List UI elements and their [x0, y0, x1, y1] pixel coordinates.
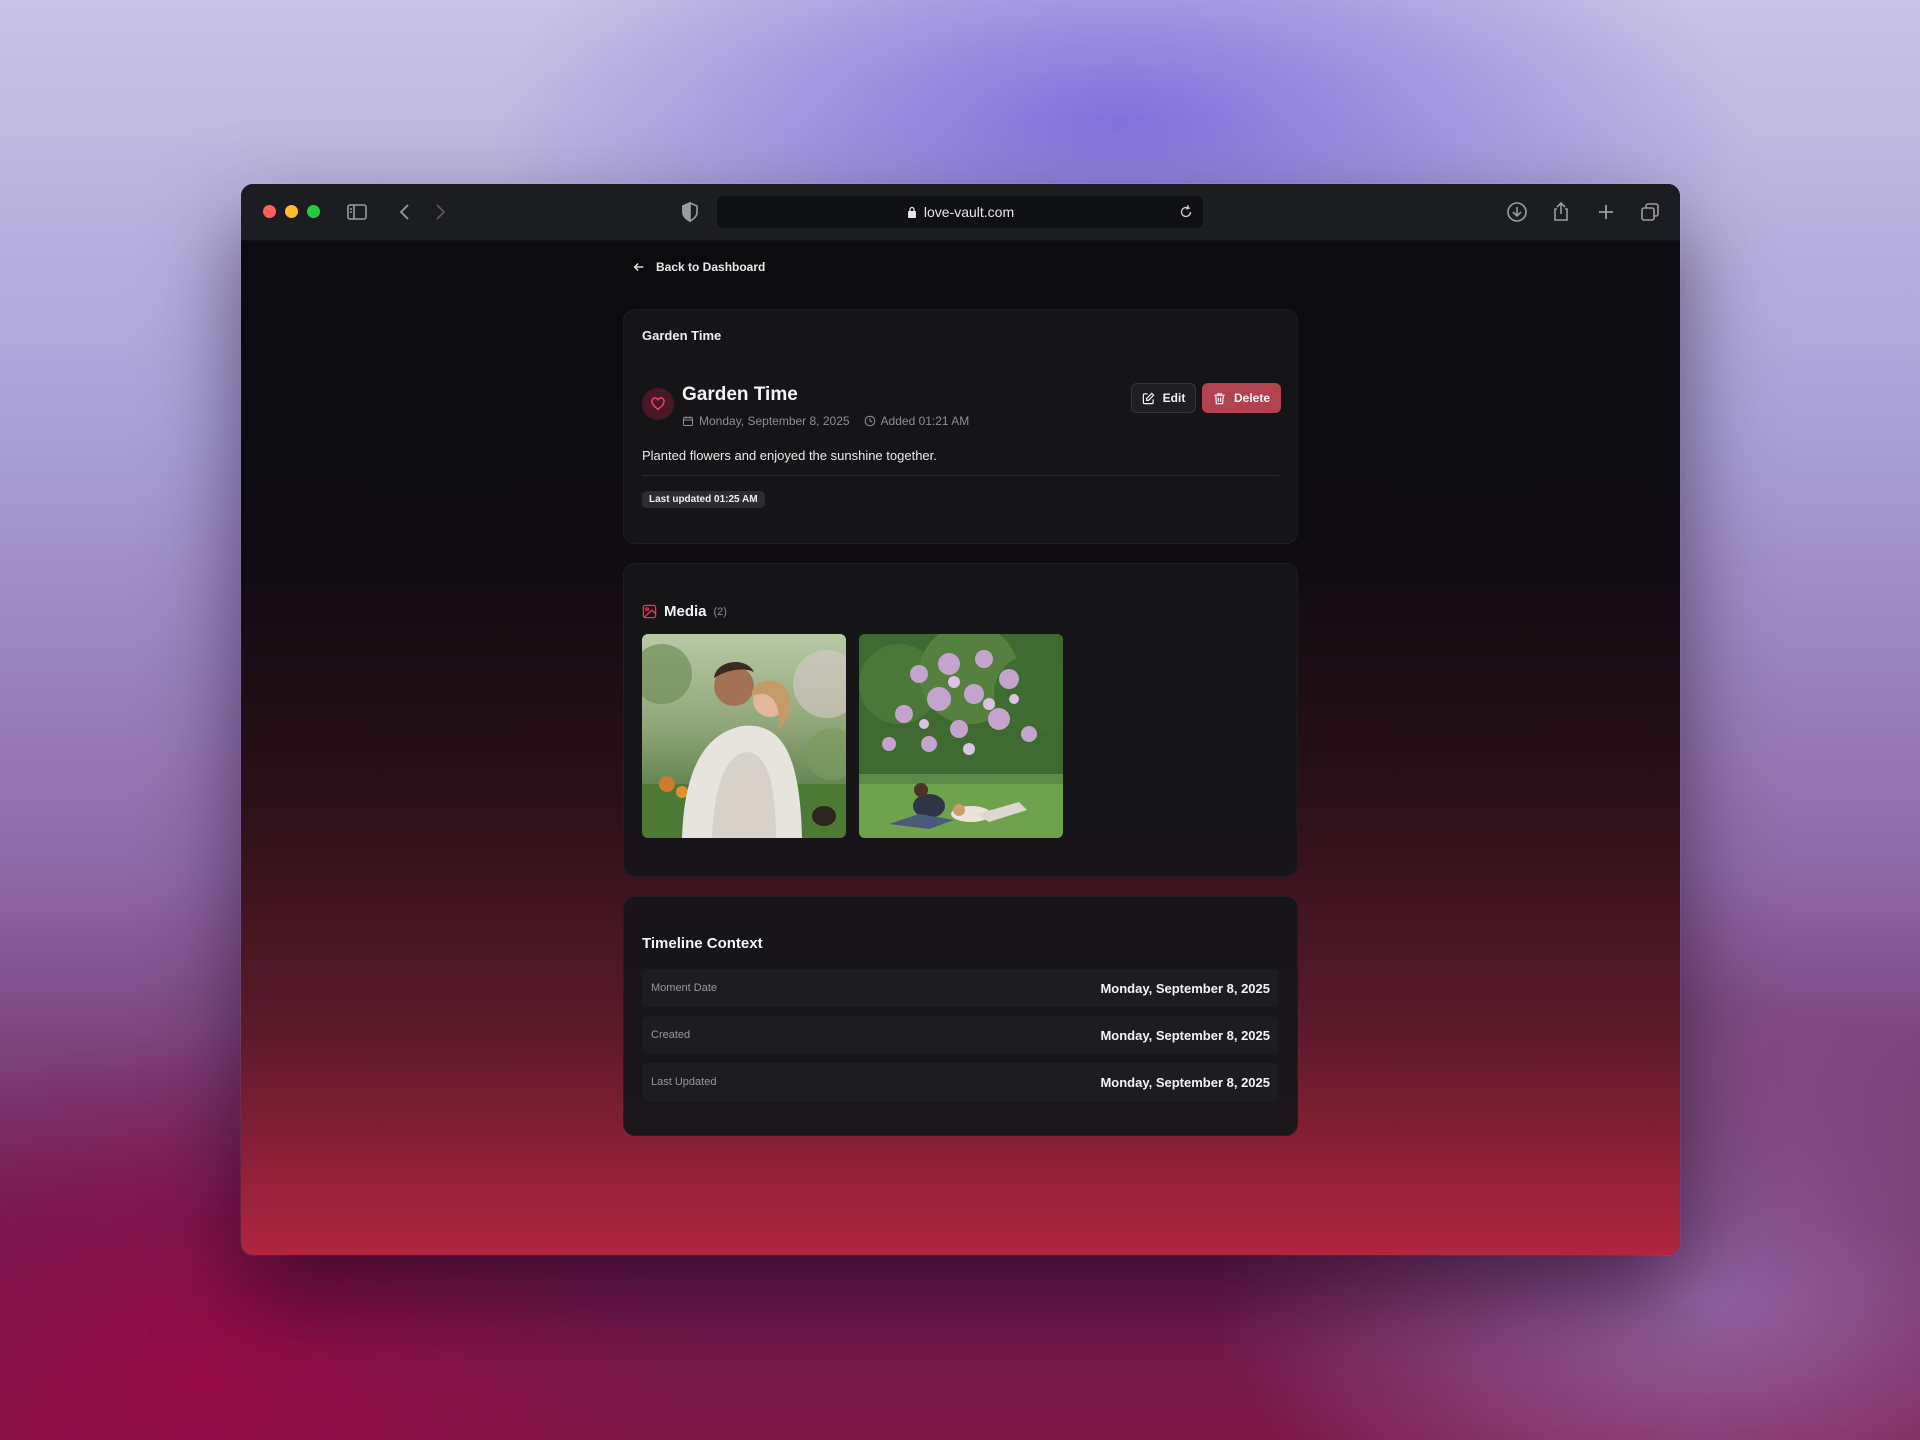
moment-added: Added 01:21 AM — [864, 414, 970, 428]
moment-date-text: Monday, September 8, 2025 — [699, 414, 850, 428]
media-thumbnail-1[interactable] — [642, 634, 846, 838]
media-header: Media (2) — [642, 603, 727, 620]
moment-title: Garden Time — [682, 384, 798, 405]
address-bar[interactable]: love-vault.com — [717, 196, 1203, 228]
minimize-window-button[interactable] — [285, 205, 298, 218]
heart-icon — [642, 388, 674, 420]
timeline-row: Moment Date Monday, September 8, 2025 — [642, 969, 1279, 1007]
moment-date: Monday, September 8, 2025 — [682, 414, 850, 428]
moment-card: Garden Time Garden Time Monday, Septembe… — [623, 309, 1298, 544]
back-arrow-icon[interactable] — [393, 200, 417, 224]
timeline-row: Created Monday, September 8, 2025 — [642, 1016, 1279, 1054]
page-content: Back to Dashboard Garden Time Garden Tim… — [241, 241, 1680, 1255]
moment-added-text: Added 01:21 AM — [880, 414, 970, 428]
delete-button-label: Delete — [1233, 391, 1271, 405]
timeline-row: Last Updated Monday, September 8, 2025 — [642, 1063, 1279, 1101]
moment-description: Planted flowers and enjoyed the sunshine… — [642, 448, 937, 463]
arrow-left-icon — [633, 263, 644, 271]
back-to-dashboard-link[interactable]: Back to Dashboard — [632, 257, 765, 277]
lock-icon — [907, 206, 916, 218]
timeline-row-value: Monday, September 8, 2025 — [1100, 1027, 1270, 1043]
photo-couple-blanket — [642, 634, 846, 838]
timeline-title: Timeline Context — [642, 935, 763, 952]
timeline-row-label: Last Updated — [651, 1076, 717, 1088]
photo-lilac-bush — [859, 634, 1063, 838]
privacy-shield-icon[interactable] — [678, 200, 702, 224]
moment-meta: Monday, September 8, 2025 Added 01:21 AM — [682, 414, 983, 428]
address-bar-url: love-vault.com — [923, 204, 1015, 220]
media-count: (2) — [713, 605, 727, 618]
edit-button[interactable]: Edit — [1131, 383, 1196, 413]
calendar-icon — [683, 416, 693, 426]
last-updated-badge: Last updated 01:25 AM — [642, 491, 765, 508]
browser-toolbar: love-vault.com — [241, 184, 1680, 241]
divider — [642, 475, 1279, 476]
media-thumbnail-2[interactable] — [859, 634, 1063, 838]
tab-overview-icon[interactable] — [1638, 200, 1662, 224]
share-icon[interactable] — [1549, 200, 1573, 224]
timeline-row-label: Created — [651, 1029, 691, 1041]
sidebar-toggle-icon[interactable] — [345, 200, 369, 224]
timeline-card: Timeline Context Moment Date Monday, Sep… — [623, 896, 1298, 1136]
forward-arrow-icon[interactable] — [428, 200, 452, 224]
downloads-icon[interactable] — [1505, 200, 1529, 224]
timeline-row-value: Monday, September 8, 2025 — [1100, 980, 1270, 996]
trash-icon — [1214, 392, 1225, 404]
browser-window: love-vault.com Back to Dashboard Garden … — [241, 184, 1680, 1255]
card-heading: Garden Time — [642, 328, 722, 343]
media-title: Media — [664, 603, 707, 620]
timeline-row-value: Monday, September 8, 2025 — [1100, 1074, 1270, 1090]
edit-icon — [1142, 392, 1155, 404]
zoom-window-button[interactable] — [307, 205, 320, 218]
image-icon — [642, 604, 657, 619]
timeline-row-label: Moment Date — [651, 982, 718, 994]
close-window-button[interactable] — [263, 205, 276, 218]
clock-icon — [864, 415, 875, 427]
back-link-label: Back to Dashboard — [656, 260, 766, 274]
media-card: Media (2) — [623, 563, 1298, 877]
edit-button-label: Edit — [1162, 391, 1186, 405]
new-tab-icon[interactable] — [1594, 200, 1618, 224]
reload-icon[interactable] — [1177, 203, 1195, 221]
delete-button[interactable]: Delete — [1202, 383, 1281, 413]
